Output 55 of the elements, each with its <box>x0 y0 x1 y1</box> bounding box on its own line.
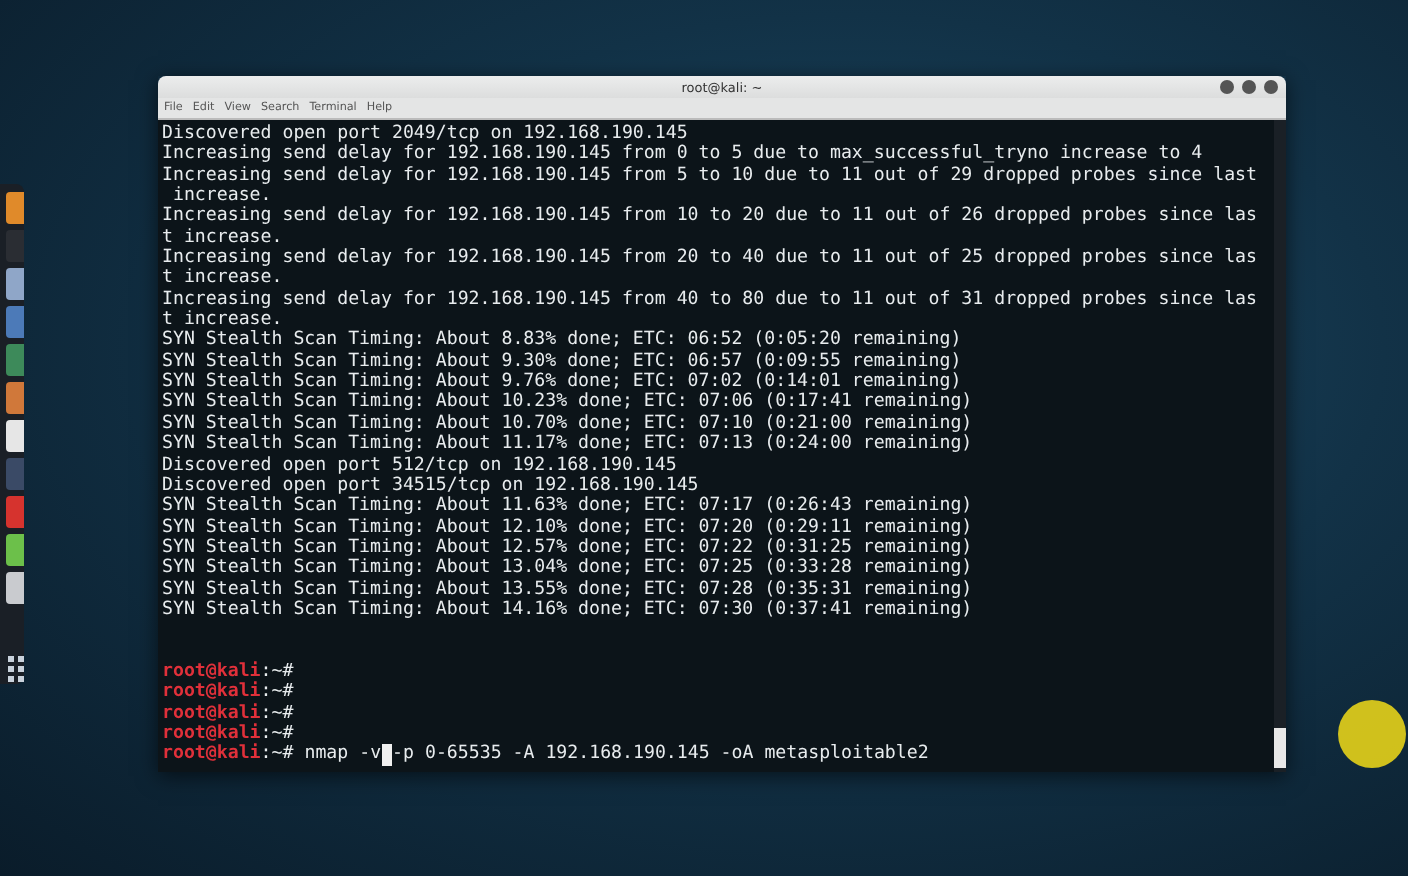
output-line: t increase. <box>162 310 283 331</box>
prompt-user: root@kali <box>162 723 261 744</box>
app-icon[interactable] <box>6 192 24 224</box>
output-line: SYN Stealth Scan Timing: About 13.04% done; ETC: 07:25 (0:33:28 remaining) <box>162 558 973 580</box>
output-line: SYN Stealth Scan Timing: About 13.55% done; ETC: 07:28 (0:35:31 remaining) <box>162 579 973 600</box>
output-line: t increase. <box>162 268 283 290</box>
app-icon[interactable] <box>6 534 24 566</box>
app-grid-icon[interactable] <box>8 656 24 676</box>
prompt-user: root@kali <box>162 682 261 703</box>
output-line: SYN Stealth Scan Timing: About 14.16% done; ETC: 07:30 (0:37:41 remaining) <box>162 599 973 621</box>
minimize-icon[interactable] <box>1220 80 1234 94</box>
output-line: SYN Stealth Scan Timing: About 9.30% done; ETC: 06:57 (0:09:55 remaining) <box>162 351 962 372</box>
app-icon[interactable] <box>6 268 24 300</box>
app-icon[interactable] <box>6 382 24 414</box>
prompt-path: :~# <box>260 703 294 724</box>
app-icon[interactable] <box>6 344 24 376</box>
app-icon[interactable] <box>6 572 24 604</box>
close-icon[interactable] <box>1264 80 1278 94</box>
prompt-path: :~# <box>260 661 294 683</box>
output-line: SYN Stealth Scan Timing: About 11.17% done; ETC: 07:13 (0:24:00 remaining) <box>162 434 973 455</box>
maximize-icon[interactable] <box>1242 80 1256 94</box>
output-line: SYN Stealth Scan Timing: About 11.63% done; ETC: 07:17 (0:26:43 remaining) <box>162 496 973 518</box>
app-icon[interactable] <box>6 420 24 452</box>
output-line: SYN Stealth Scan Timing: About 9.76% done; ETC: 07:02 (0:14:01 remaining) <box>162 372 962 393</box>
app-icon[interactable] <box>6 306 24 338</box>
output-line: Increasing send delay for 192.168.190.145 from 40 to 80 due to 11 out of 31 dropped probes since las <box>162 289 1257 310</box>
output-line: Discovered open port 512/tcp on 192.168.190.145 <box>162 455 677 475</box>
command-text: -p 0-65535 -A 192.168.190.145 -oA metasploitable2 <box>392 744 929 766</box>
output-line: Increasing send delay for 192.168.190.145 from 10 to 20 due to 11 out of 26 dropped probes since las <box>162 206 1257 228</box>
output-line: Increasing send delay for 192.168.190.145 from 20 to 40 due to 11 out of 25 dropped probes since las <box>162 248 1257 269</box>
prompt-path: :~# <box>260 723 294 745</box>
output-line: Increasing send delay for 192.168.190.145 from 5 to 10 due to 11 out of 29 dropped probes since last <box>162 165 1257 186</box>
scrollbar[interactable] <box>1274 120 1286 772</box>
cursor-highlight <box>1338 700 1406 768</box>
app-icon[interactable] <box>6 496 24 528</box>
output-line: Discovered open port 2049/tcp on 192.168.190.145 <box>162 124 688 144</box>
prompt-user: root@kali <box>162 744 261 766</box>
prompt-path: :~# <box>260 744 294 766</box>
output-line: Increasing send delay for 192.168.190.145 from 0 to 5 due to max_successful_tryno increase to 4 <box>162 144 1203 166</box>
app-icon[interactable] <box>6 230 24 262</box>
output-line: increase. <box>172 186 272 207</box>
prompt-path: :~# <box>260 682 294 704</box>
output-line: t increase. <box>162 227 283 248</box>
output-line: SYN Stealth Scan Timing: About 12.57% done; ETC: 07:22 (0:31:25 remaining) <box>162 537 973 558</box>
app-icon[interactable] <box>6 458 24 490</box>
output-line: SYN Stealth Scan Timing: About 12.10% done; ETC: 07:20 (0:29:11 remaining) <box>162 517 973 538</box>
command-text: nmap -v <box>304 744 382 766</box>
text-cursor <box>381 744 393 766</box>
output-line: SYN Stealth Scan Timing: About 10.70% done; ETC: 07:10 (0:21:00 remaining) <box>162 413 973 434</box>
output-line: SYN Stealth Scan Timing: About 8.83% done; ETC: 06:52 (0:05:20 remaining) <box>162 330 962 352</box>
scrollbar-thumb[interactable] <box>1274 728 1286 768</box>
prompt-user: root@kali <box>162 661 261 682</box>
output-line: SYN Stealth Scan Timing: About 10.23% done; ETC: 07:06 (0:17:41 remaining) <box>162 392 973 414</box>
prompt-user: root@kali <box>162 703 261 724</box>
output-line: Discovered open port 34515/tcp on 192.168.190.145 <box>162 475 699 496</box>
